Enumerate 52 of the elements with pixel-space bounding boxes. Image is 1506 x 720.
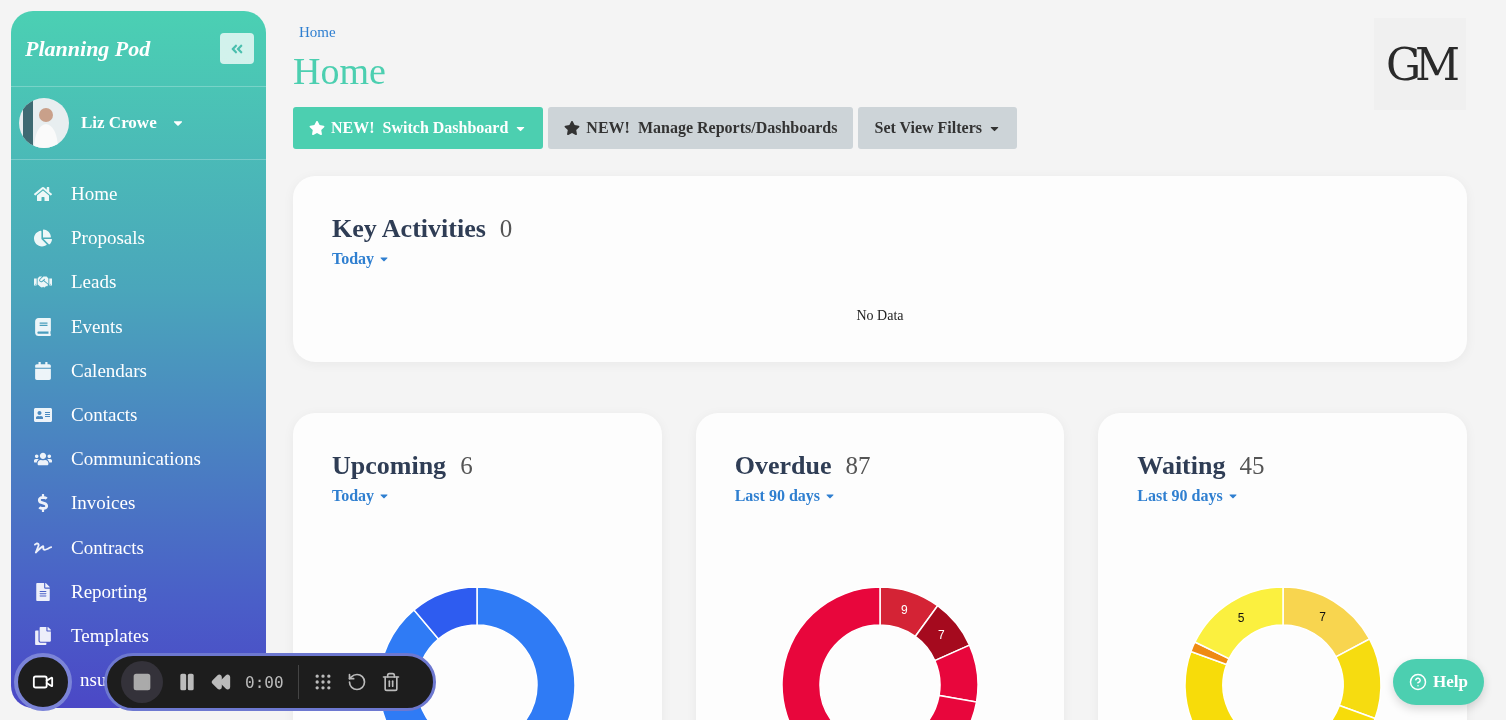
stop-icon (132, 672, 152, 692)
nav-item[interactable]: nsu (80, 669, 107, 692)
segment-label: 5 (1237, 611, 1245, 625)
nav-icon (33, 317, 53, 336)
card-title: Upcoming (332, 451, 447, 481)
card-count: 0 (499, 215, 513, 243)
period-dropdown[interactable]: Today (332, 487, 391, 505)
restart-button[interactable] (346, 672, 367, 692)
nav-item[interactable]: Events (33, 315, 123, 338)
nav-item[interactable]: Home (33, 183, 118, 205)
avatar (19, 98, 69, 148)
nav-item[interactable]: Invoices (33, 492, 136, 515)
card-count: 87 (845, 452, 871, 480)
nav-item[interactable]: Contracts (33, 536, 144, 559)
nav-item[interactable]: Calendars (33, 359, 147, 382)
period-dropdown[interactable]: Last 90 days (1137, 487, 1239, 505)
nav-item[interactable]: Leads (33, 271, 117, 294)
breadcrumb-link[interactable]: Home (299, 24, 336, 41)
segment-label: 9 (901, 602, 908, 617)
card-title: Key Activities (332, 214, 486, 244)
toolbar-button[interactable]: NEW! Manage Reports/Dashboards (548, 107, 854, 149)
nav-item[interactable]: Communications (33, 448, 201, 471)
nav-icon (33, 361, 53, 380)
card-count: 6 (460, 452, 473, 480)
stop-button[interactable] (121, 661, 163, 703)
period-dropdown[interactable]: Last 90 days (734, 487, 836, 505)
card-count: 45 (1239, 452, 1265, 480)
user-menu[interactable]: Liz Crowe (81, 113, 185, 133)
delete-button[interactable] (380, 672, 401, 692)
recording-time: 0:00 (245, 672, 284, 692)
card-title: Waiting (1137, 451, 1226, 481)
nav-item[interactable]: Contacts (33, 403, 138, 426)
nav-icon (33, 582, 53, 601)
nav-icon (33, 405, 53, 424)
page-title: Home (293, 49, 386, 93)
card-title: Overdue (734, 451, 832, 481)
logo: Planning Pod (25, 35, 151, 62)
period-dropdown[interactable]: Today (332, 250, 391, 268)
nav-item[interactable]: Proposals (33, 227, 145, 250)
nav-item[interactable]: Templates (33, 624, 149, 647)
brand-logo: GM (1374, 18, 1466, 110)
toolbar-button[interactable]: Set View Filters (858, 107, 1017, 149)
nav-icon (33, 626, 53, 645)
rewind-button[interactable] (211, 672, 231, 692)
help-icon (1409, 673, 1428, 691)
nav-icon (33, 229, 53, 248)
empty-message: No Data (856, 308, 904, 324)
segment-label: 7 (1318, 609, 1326, 624)
nav-icon (33, 185, 53, 203)
nav-item[interactable]: Reporting (33, 580, 147, 603)
pause-button[interactable] (177, 672, 197, 692)
segment-label: 7 (938, 628, 945, 643)
